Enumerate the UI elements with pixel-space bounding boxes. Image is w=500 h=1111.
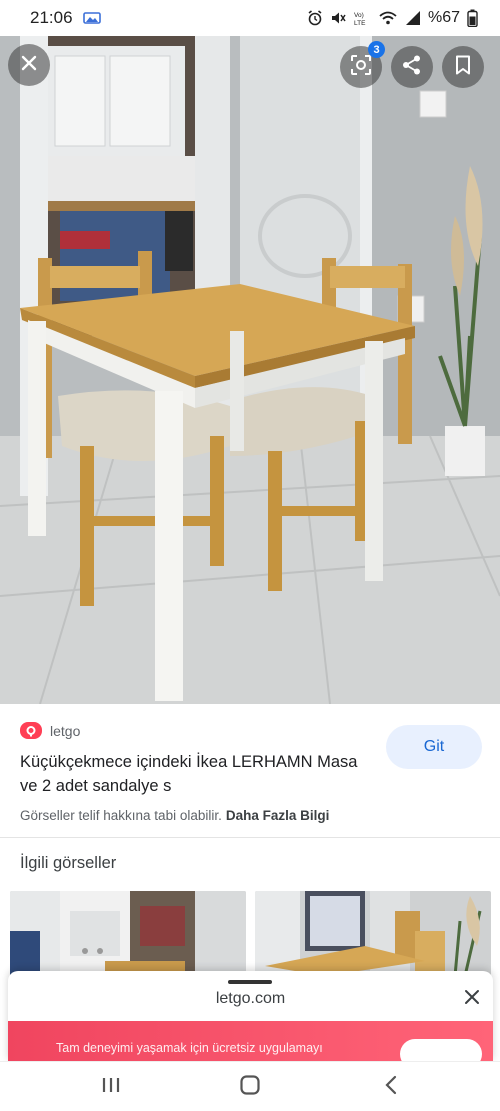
divider [0, 837, 500, 838]
signal-icon [405, 10, 421, 26]
visit-button[interactable]: Git [386, 725, 482, 769]
status-bar: 21:06 Vo) LTE %67 [0, 0, 500, 36]
bookmark-icon [455, 55, 471, 80]
sheet-close-button[interactable] [460, 987, 484, 1011]
lens-badge: 3 [368, 41, 385, 58]
home-icon [239, 1074, 261, 1101]
bookmark-button[interactable] [442, 46, 484, 88]
main-image[interactable]: 3 [0, 36, 500, 704]
back-icon [383, 1075, 399, 1100]
back-button[interactable] [371, 1072, 411, 1102]
copyright-text: Görseller telif hakkına tabi olabilir. [20, 808, 222, 823]
source-name: letgo [50, 722, 81, 739]
svg-text:LTE: LTE [354, 20, 366, 26]
promo-action-button[interactable] [400, 1039, 482, 1061]
image-title[interactable]: Küçükçekmece içindeki İkea LERHAMN Masa … [20, 750, 360, 798]
mute-icon [330, 10, 346, 26]
recents-icon [100, 1075, 122, 1100]
close-icon [464, 989, 480, 1010]
close-icon [20, 54, 38, 77]
related-image-thumbnail[interactable] [10, 891, 246, 976]
share-icon [401, 54, 423, 81]
app-promo-banner[interactable]: Tam deneyimi yaşamak için ücretsiz uygul… [8, 1021, 493, 1061]
volte-icon: Vo) LTE [353, 10, 371, 26]
close-button[interactable] [8, 44, 50, 86]
sheet-drag-handle[interactable] [228, 980, 272, 984]
battery-icon [467, 9, 478, 27]
letgo-logo-icon [20, 722, 42, 739]
copyright-note: Görseller telif hakkına tabi olabilir. Da… [20, 808, 329, 823]
source-bottom-sheet[interactable]: letgo.com Tam deneyimi yaşamak için ücre… [8, 971, 493, 1061]
promo-text: Tam deneyimi yaşamak için ücretsiz uygul… [56, 1041, 323, 1055]
source-row[interactable]: letgo [20, 722, 80, 739]
more-info-link[interactable]: Daha Fazla Bilgi [226, 808, 330, 823]
table-chairs-photo [0, 36, 500, 704]
wifi-icon [378, 10, 398, 26]
system-nav-bar [0, 1061, 500, 1111]
svg-text:Vo): Vo) [354, 12, 364, 19]
alarm-icon [307, 10, 323, 26]
lens-icon [350, 54, 372, 81]
recents-button[interactable] [91, 1072, 131, 1102]
gallery-icon [82, 11, 101, 25]
related-images-title: İlgili görseller [20, 854, 117, 872]
share-button[interactable] [391, 46, 433, 88]
battery-percent: %67 [427, 9, 460, 26]
sheet-domain: letgo.com [215, 990, 286, 1007]
home-button[interactable] [230, 1072, 270, 1102]
status-time: 21:06 [30, 8, 73, 27]
related-image-thumbnail[interactable] [255, 891, 491, 976]
